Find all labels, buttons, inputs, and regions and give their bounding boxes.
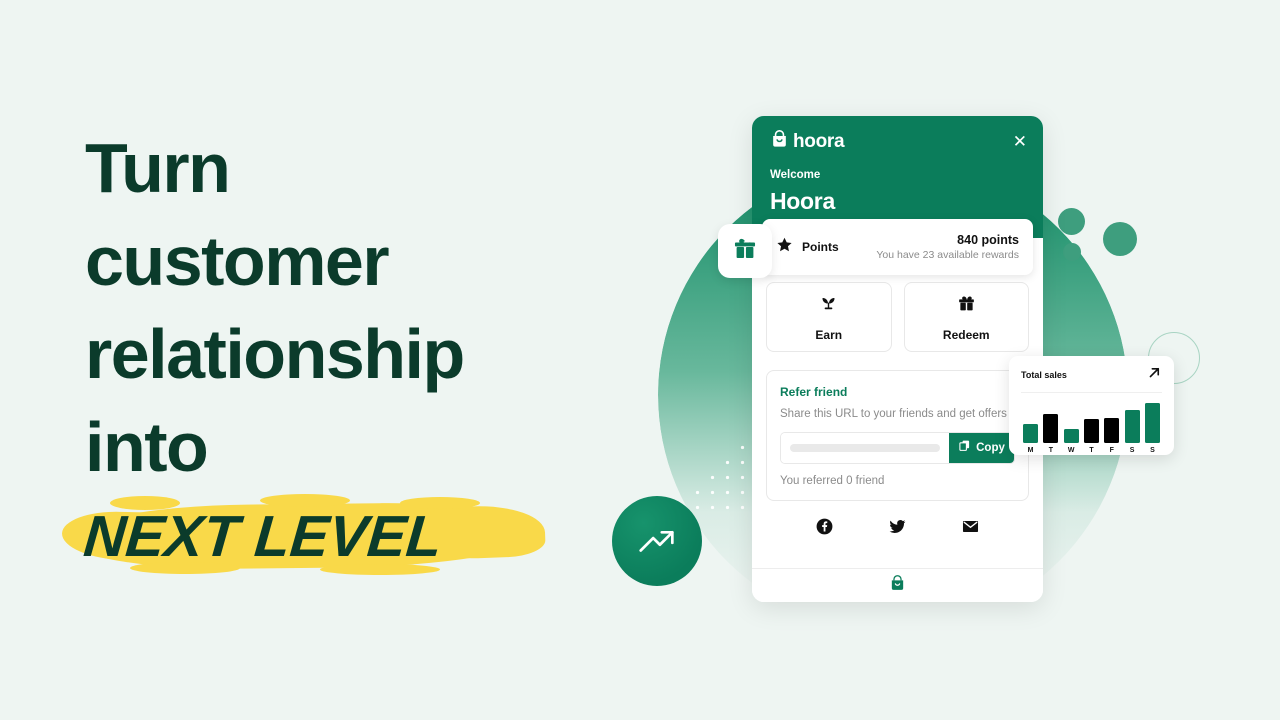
bar-label: T — [1089, 447, 1094, 454]
referred-count: You referred 0 friend — [780, 475, 885, 487]
points-right: 840 points You have 23 available rewards — [876, 233, 1019, 261]
bar-label: F — [1109, 447, 1114, 454]
sales-bar-labels: MTWTFSS — [1021, 443, 1162, 454]
action-row: Earn Redeem — [766, 282, 1029, 352]
sales-bar-chart — [1021, 401, 1162, 443]
headline-emphasis: NEXT LEVEL — [69, 492, 550, 584]
points-label: Points — [802, 240, 839, 254]
bar — [1063, 429, 1079, 443]
bar — [1104, 417, 1120, 443]
total-sales-card: Total sales M T W T F S S — [1009, 356, 1174, 455]
loyalty-widget: hoora ✕ Welcome Hoora Points 840 points … — [752, 116, 1043, 602]
points-value: 840 points — [957, 233, 1019, 247]
star-icon — [776, 236, 793, 258]
points-card[interactable]: Points 840 points You have 23 available … — [762, 219, 1033, 275]
bar-column — [1023, 401, 1038, 443]
page-headline: Turn customer relationship into — [85, 122, 685, 494]
bar-label: W — [1067, 447, 1075, 454]
bar-label: T — [1048, 447, 1053, 454]
close-icon[interactable]: ✕ — [1013, 133, 1027, 150]
refer-input-row: Copy — [780, 432, 1015, 464]
bar-label: M — [1027, 447, 1034, 454]
bar-label: S — [1129, 447, 1135, 454]
points-left: Points — [776, 236, 839, 258]
email-icon[interactable] — [961, 517, 980, 541]
gift-icon — [956, 293, 977, 319]
refer-friend-card: Refer friend Share this URL to your frie… — [766, 370, 1029, 501]
headline-line-4: into — [85, 408, 209, 486]
arrow-up-right-icon[interactable] — [1147, 365, 1162, 385]
sprout-icon — [818, 293, 839, 319]
sales-title: Total sales — [1021, 370, 1067, 380]
user-name: Hoora — [770, 188, 835, 214]
hoora-footer-logo-icon — [889, 574, 906, 597]
bar — [1144, 403, 1160, 443]
bar-column — [1124, 401, 1140, 443]
gift-icon — [731, 235, 759, 268]
bar — [1124, 410, 1140, 443]
widget-footer — [752, 568, 1043, 602]
copy-button[interactable]: Copy — [949, 433, 1014, 463]
bar-column — [1063, 401, 1079, 443]
refer-title: Refer friend — [780, 385, 848, 399]
twitter-icon[interactable] — [888, 517, 907, 541]
widget-body: Earn Redeem Refer friend Share this URL … — [752, 238, 1043, 541]
trending-up-icon — [634, 516, 680, 567]
earn-button[interactable]: Earn — [766, 282, 892, 352]
gift-badge — [718, 224, 772, 278]
bar-column — [1104, 401, 1120, 443]
brand-name: hoora — [793, 131, 845, 152]
bar-column — [1043, 401, 1059, 443]
decorative-circle-large — [1103, 222, 1137, 256]
welcome-label: Welcome — [770, 169, 821, 181]
social-share-row — [766, 501, 1029, 541]
trending-up-badge — [612, 496, 702, 586]
bar — [1043, 413, 1059, 443]
next-level-text: NEXT LEVEL — [81, 504, 445, 569]
bar-label: S — [1150, 447, 1155, 454]
copy-icon — [958, 439, 971, 457]
bar — [1083, 418, 1099, 443]
headline-line-3: relationship — [85, 315, 465, 393]
hoora-logo-icon — [770, 130, 789, 154]
bar — [1023, 424, 1038, 443]
redeem-button[interactable]: Redeem — [903, 282, 1029, 352]
points-subtitle: You have 23 available rewards — [876, 249, 1019, 261]
refer-url-input[interactable] — [781, 433, 949, 463]
copy-label: Copy — [976, 442, 1005, 454]
bar-column — [1144, 401, 1160, 443]
refer-subtitle: Share this URL to your friends and get o… — [780, 408, 1007, 420]
widget-brand: hoora — [770, 130, 1025, 154]
sales-card-header: Total sales — [1021, 365, 1162, 393]
facebook-icon[interactable] — [815, 517, 834, 541]
headline-line-1: Turn — [85, 129, 231, 207]
earn-label: Earn — [815, 327, 843, 342]
input-placeholder-bar — [790, 444, 940, 452]
headline-line-2: customer — [85, 222, 390, 300]
decorative-circle-medium — [1058, 208, 1085, 235]
bar-column — [1083, 401, 1099, 443]
decorative-circle-small — [1063, 243, 1081, 261]
redeem-label: Redeem — [942, 327, 990, 342]
